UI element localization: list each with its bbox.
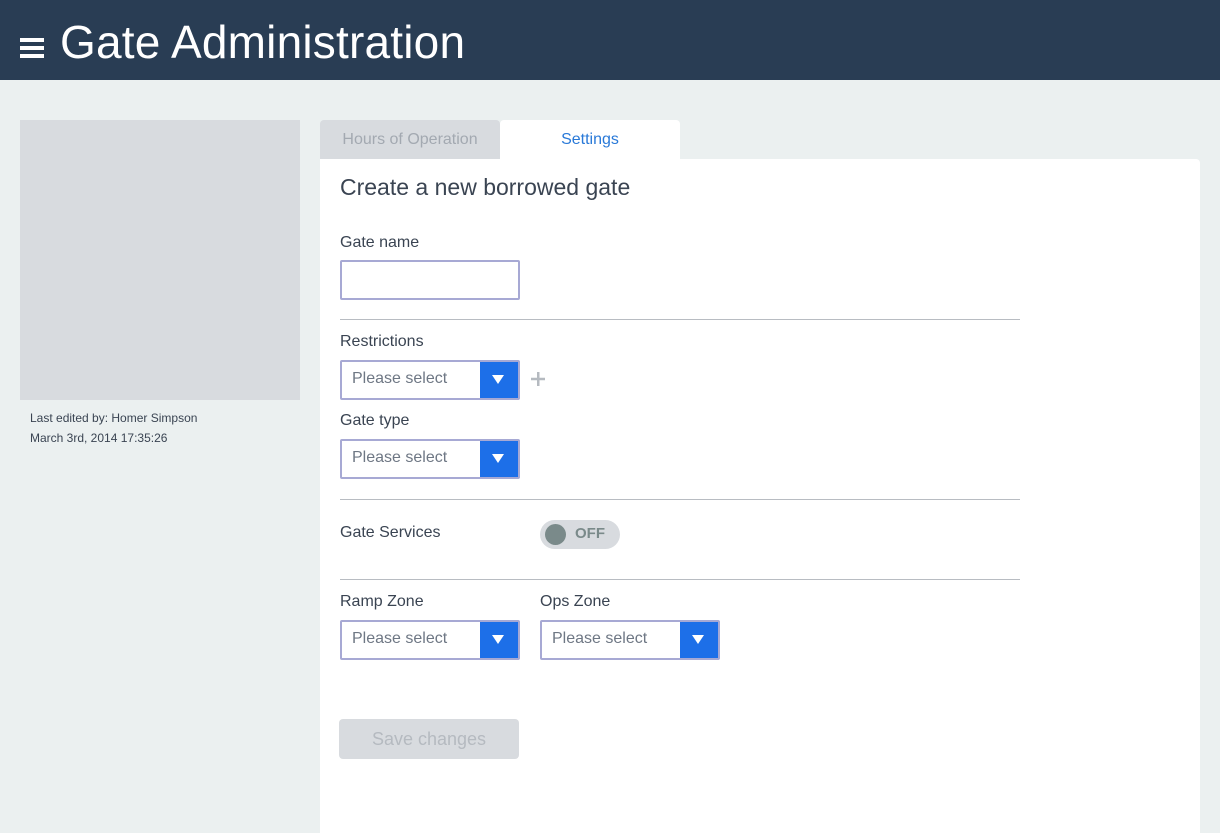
ramp-zone-label: Ramp Zone [340, 593, 424, 610]
last-edited-date: March 3rd, 2014 17:35:26 [30, 431, 168, 445]
page-title: Gate Administration [60, 16, 466, 68]
app-header: Gate Administration [0, 0, 1220, 80]
add-restriction-plus-icon[interactable] [528, 369, 548, 389]
gate-type-select-value: Please select [352, 449, 448, 466]
save-changes-button[interactable]: Save changes [339, 719, 519, 759]
gate-type-select[interactable]: Please select [340, 439, 520, 479]
divider [340, 579, 1020, 580]
toggle-state-text: OFF [575, 525, 605, 542]
gate-services-toggle[interactable]: OFF [540, 520, 620, 549]
edit-meta: Last edited by: Homer Simpson March 3rd,… [30, 408, 197, 448]
hamburger-menu-icon[interactable] [20, 38, 44, 59]
divider [340, 499, 1020, 500]
chevron-down-icon[interactable] [480, 441, 518, 477]
gate-services-label: Gate Services [340, 524, 441, 541]
chevron-down-icon[interactable] [480, 362, 518, 398]
ramp-zone-select[interactable]: Please select [340, 620, 520, 660]
gate-image-placeholder [20, 120, 300, 400]
last-edited-by: Last edited by: Homer Simpson [30, 411, 198, 425]
ops-zone-label: Ops Zone [540, 593, 611, 610]
tab-settings[interactable]: Settings [500, 120, 680, 160]
gate-type-label: Gate type [340, 412, 410, 429]
restrictions-select-value: Please select [352, 370, 448, 387]
chevron-down-icon[interactable] [680, 622, 718, 658]
ramp-zone-select-value: Please select [352, 630, 448, 647]
tab-hours-of-operation[interactable]: Hours of Operation [320, 120, 500, 160]
form-title: Create a new borrowed gate [340, 174, 631, 200]
restrictions-label: Restrictions [340, 333, 424, 350]
gate-name-input[interactable] [340, 260, 520, 300]
restrictions-select[interactable]: Please select [340, 360, 520, 400]
divider [340, 319, 1020, 320]
ops-zone-select[interactable]: Please select [540, 620, 720, 660]
gate-name-label: Gate name [340, 234, 420, 251]
ops-zone-select-value: Please select [552, 630, 648, 647]
window-edge [1220, 0, 1228, 833]
toggle-knob [545, 524, 566, 545]
chevron-down-icon[interactable] [480, 622, 518, 658]
